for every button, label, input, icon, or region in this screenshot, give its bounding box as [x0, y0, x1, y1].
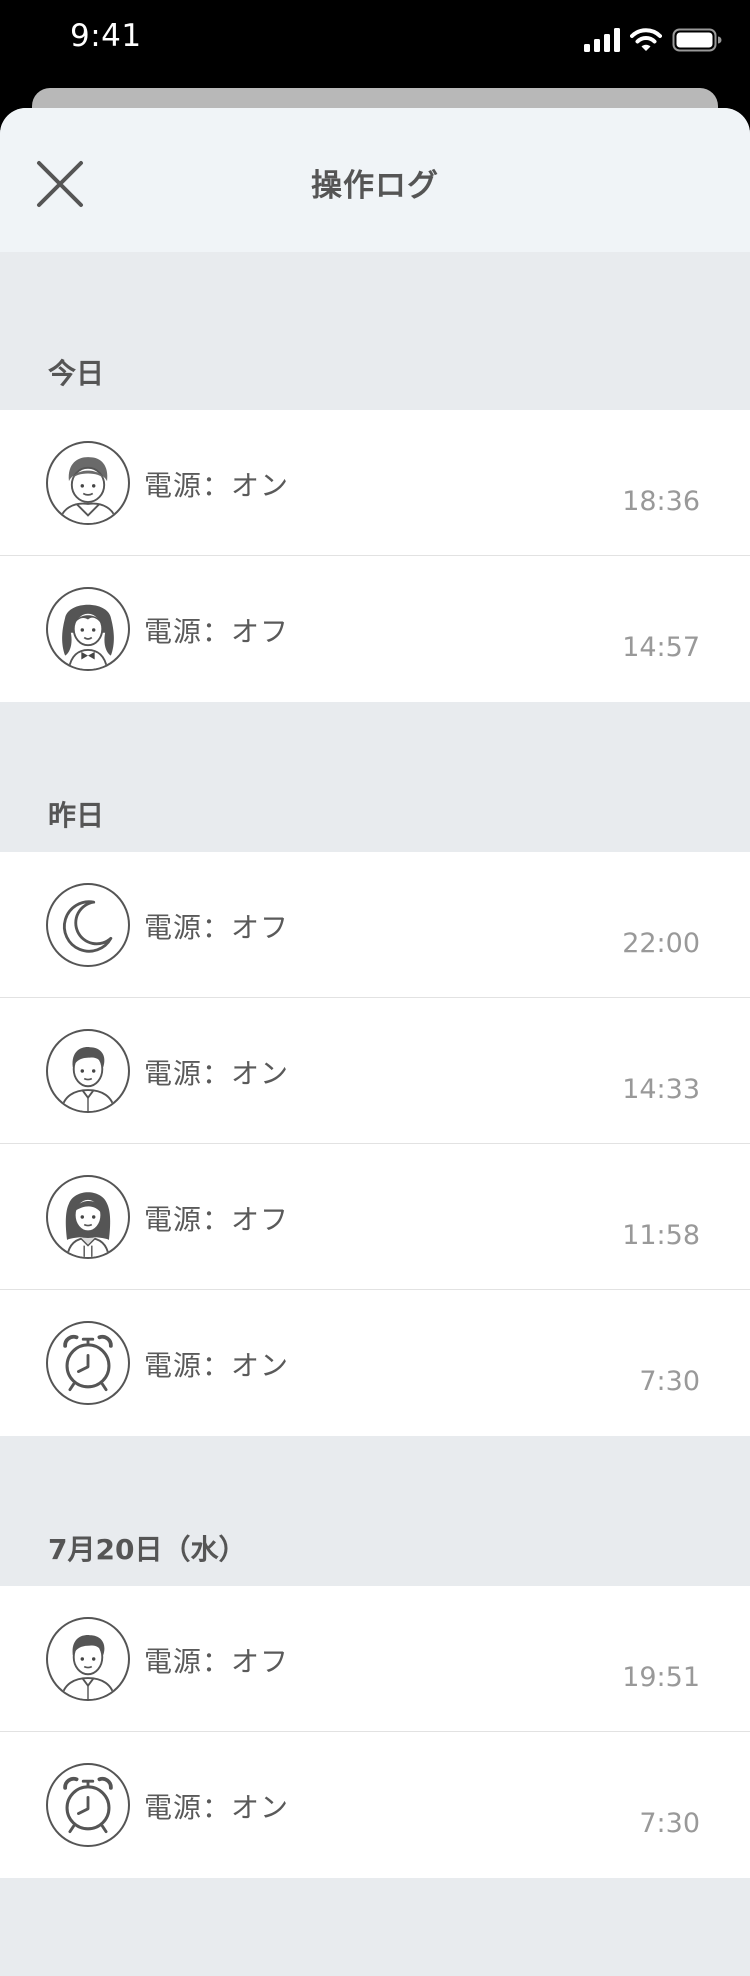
boy-avatar-icon: [46, 441, 130, 525]
row-label: 電源：オン: [144, 1057, 290, 1090]
row-label: 電源：オフ: [144, 1645, 290, 1678]
log-row[interactable]: 電源：オン 7:30: [0, 1290, 750, 1436]
log-row[interactable]: 電源：オフ 14:57: [0, 556, 750, 702]
operation-log-sheet: 操作ログ 今日 電源：オン 18:36 電源：オフ 14:57 昨日 電源：オフ…: [0, 108, 750, 1976]
man-avatar-icon: [46, 1617, 130, 1701]
section-title: 7月20日（水）: [48, 1533, 247, 1566]
row-label: 電源：オフ: [144, 1203, 290, 1236]
cellular-signal-icon: [584, 28, 620, 52]
section-header-yesterday: 昨日: [0, 702, 750, 852]
section-header-today: 今日: [0, 252, 750, 410]
log-row[interactable]: 電源：オン 7:30: [0, 1732, 750, 1878]
row-label: 電源：オン: [144, 1791, 290, 1824]
row-label: 電源：オフ: [144, 615, 290, 648]
battery-icon: [672, 28, 722, 52]
row-time: 11:58: [622, 1220, 700, 1251]
nav-bar: 操作ログ: [0, 108, 750, 252]
row-time: 14:33: [622, 1074, 700, 1105]
row-label: 電源：オン: [144, 469, 290, 502]
row-time: 7:30: [639, 1808, 700, 1839]
row-time: 22:00: [622, 928, 700, 959]
log-row[interactable]: 電源：オフ 19:51: [0, 1586, 750, 1732]
row-time: 14:57: [622, 632, 700, 663]
alarm-clock-icon: [46, 1321, 130, 1405]
log-row[interactable]: 電源：オン 14:33: [0, 998, 750, 1144]
row-time: 18:36: [622, 486, 700, 517]
wifi-icon: [630, 28, 662, 51]
row-label: 電源：オフ: [144, 911, 290, 944]
section-title: 今日: [48, 357, 105, 390]
footer-space: [0, 1878, 750, 1976]
status-bar: 9:41: [0, 0, 750, 80]
girl-long-hair-avatar-icon: [46, 587, 130, 671]
row-label: 電源：オン: [144, 1349, 290, 1382]
page-title: 操作ログ: [311, 168, 439, 204]
status-icons: [584, 22, 722, 58]
woman-avatar-icon: [46, 1175, 130, 1259]
log-row[interactable]: 電源：オフ 11:58: [0, 1144, 750, 1290]
row-time: 19:51: [622, 1662, 700, 1693]
man-avatar-icon: [46, 1029, 130, 1113]
log-row[interactable]: 電源：オン 18:36: [0, 410, 750, 556]
section-title: 昨日: [48, 799, 105, 832]
row-time: 7:30: [639, 1366, 700, 1397]
log-row[interactable]: 電源：オフ 22:00: [0, 852, 750, 998]
moon-icon: [46, 883, 130, 967]
status-time: 9:41: [70, 18, 142, 54]
section-header-date: 7月20日（水）: [0, 1436, 750, 1586]
alarm-clock-icon: [46, 1763, 130, 1847]
